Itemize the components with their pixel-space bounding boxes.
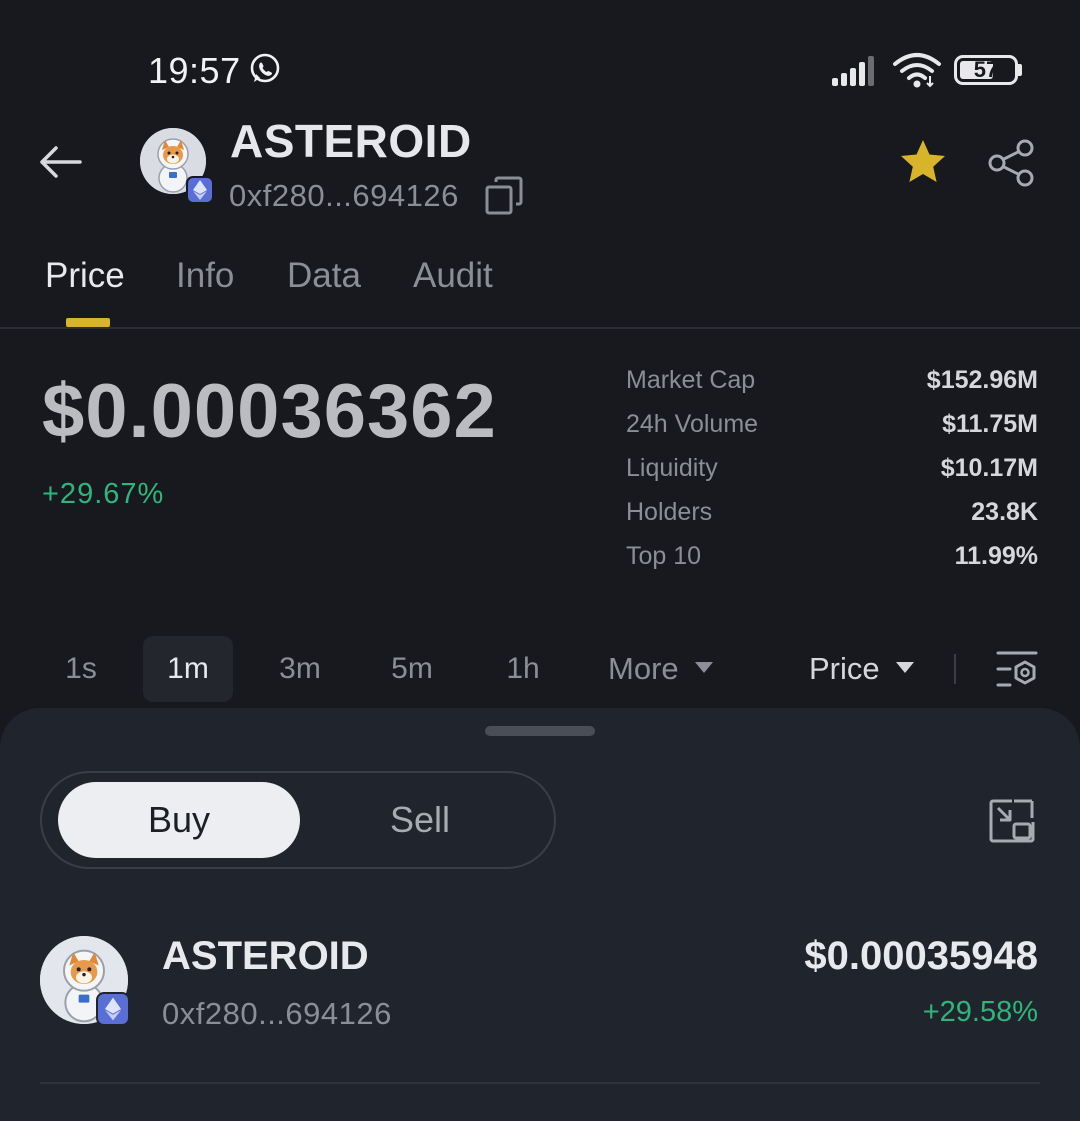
battery-level: 57 xyxy=(973,57,999,82)
whatsapp-icon xyxy=(250,53,280,83)
minimize-window-icon[interactable] xyxy=(988,798,1036,844)
ethereum-chain-badge xyxy=(186,176,214,204)
asset-price: $0.00035948 xyxy=(804,934,1038,978)
interval-1s[interactable]: 1s xyxy=(46,636,116,702)
interval-5m[interactable]: 5m xyxy=(372,636,452,702)
stat-label: Holders xyxy=(626,498,713,526)
chart-type-label: Price xyxy=(809,651,880,686)
active-tab-indicator xyxy=(66,318,110,327)
tab-audit[interactable]: Audit xyxy=(413,256,493,296)
separator xyxy=(954,654,956,684)
stat-label: Liquidity xyxy=(626,454,718,482)
wifi-icon xyxy=(893,53,941,88)
token-address: 0xf280...694126 xyxy=(229,178,459,213)
stat-value: 23.8K xyxy=(971,498,1038,526)
tab-info[interactable]: Info xyxy=(176,256,234,296)
copy-icon[interactable] xyxy=(484,176,524,216)
asset-address: 0xf280...694126 xyxy=(162,996,392,1031)
stat-label: Market Cap xyxy=(626,366,756,394)
back-arrow-icon[interactable] xyxy=(36,142,84,182)
tabs-divider xyxy=(0,327,1080,329)
stat-value: $152.96M xyxy=(926,366,1038,394)
ethereum-icon xyxy=(193,180,207,200)
tab-price[interactable]: Price xyxy=(45,256,125,296)
stat-value: 11.99% xyxy=(954,542,1038,570)
ethereum-icon xyxy=(105,997,121,1021)
detail-tabs: Price Info Data Audit xyxy=(0,256,1080,328)
divider xyxy=(40,1082,1040,1084)
stat-value: $10.17M xyxy=(940,454,1038,482)
share-icon[interactable] xyxy=(986,138,1036,188)
tab-data[interactable]: Data xyxy=(287,256,361,296)
chart-settings-icon[interactable] xyxy=(996,650,1038,688)
market-stats: Market Cap $152.96M 24h Volume $11.75M L… xyxy=(626,366,1038,586)
buy-sell-toggle: Buy Sell xyxy=(40,771,556,869)
chevron-down-icon xyxy=(694,662,713,674)
stat-row-liquidity: Liquidity $10.17M xyxy=(626,454,1038,498)
sheet-drag-handle[interactable] xyxy=(485,726,595,736)
price-change-percent: +29.67% xyxy=(42,478,165,510)
chart-type-dropdown[interactable]: Price xyxy=(809,636,914,702)
status-time: 19:57 xyxy=(148,50,241,91)
stat-row-holders: Holders 23.8K xyxy=(626,498,1038,542)
interval-selector: 1s 1m 3m 5m 1h More Price xyxy=(0,636,1080,702)
token-avatar xyxy=(140,128,214,204)
ethereum-chain-badge xyxy=(96,992,130,1026)
chevron-down-icon xyxy=(895,662,914,674)
more-label: More xyxy=(608,651,679,686)
current-price: $0.00036362 xyxy=(42,369,497,454)
buy-button[interactable]: Buy xyxy=(58,782,300,858)
stat-value: $11.75M xyxy=(942,410,1038,438)
stat-row-volume: 24h Volume $11.75M xyxy=(626,410,1038,454)
stat-row-market-cap: Market Cap $152.96M xyxy=(626,366,1038,410)
more-intervals-dropdown[interactable]: More xyxy=(608,636,713,702)
asset-name: ASTEROID xyxy=(162,934,369,978)
interval-1m[interactable]: 1m xyxy=(143,636,233,702)
asset-price-change: +29.58% xyxy=(922,996,1038,1028)
stat-label: 24h Volume xyxy=(626,410,759,438)
favorite-star-icon[interactable] xyxy=(898,138,948,186)
interval-1h[interactable]: 1h xyxy=(487,636,559,702)
token-detail-screen: 19:57 57 ASTEROID 0xf280...694126 Price … xyxy=(0,0,1080,1121)
interval-3m[interactable]: 3m xyxy=(260,636,340,702)
sell-button[interactable]: Sell xyxy=(310,782,530,858)
battery-indicator: 57 xyxy=(954,55,1018,85)
asset-avatar xyxy=(40,936,130,1026)
token-name: ASTEROID xyxy=(230,115,472,167)
stat-row-top10: Top 10 11.99% xyxy=(626,542,1038,586)
stat-label: Top 10 xyxy=(626,542,702,570)
trade-bottom-sheet: Buy Sell ASTEROID 0xf280...694126 $0.000… xyxy=(0,708,1080,1121)
cell-signal-icon xyxy=(832,56,874,86)
